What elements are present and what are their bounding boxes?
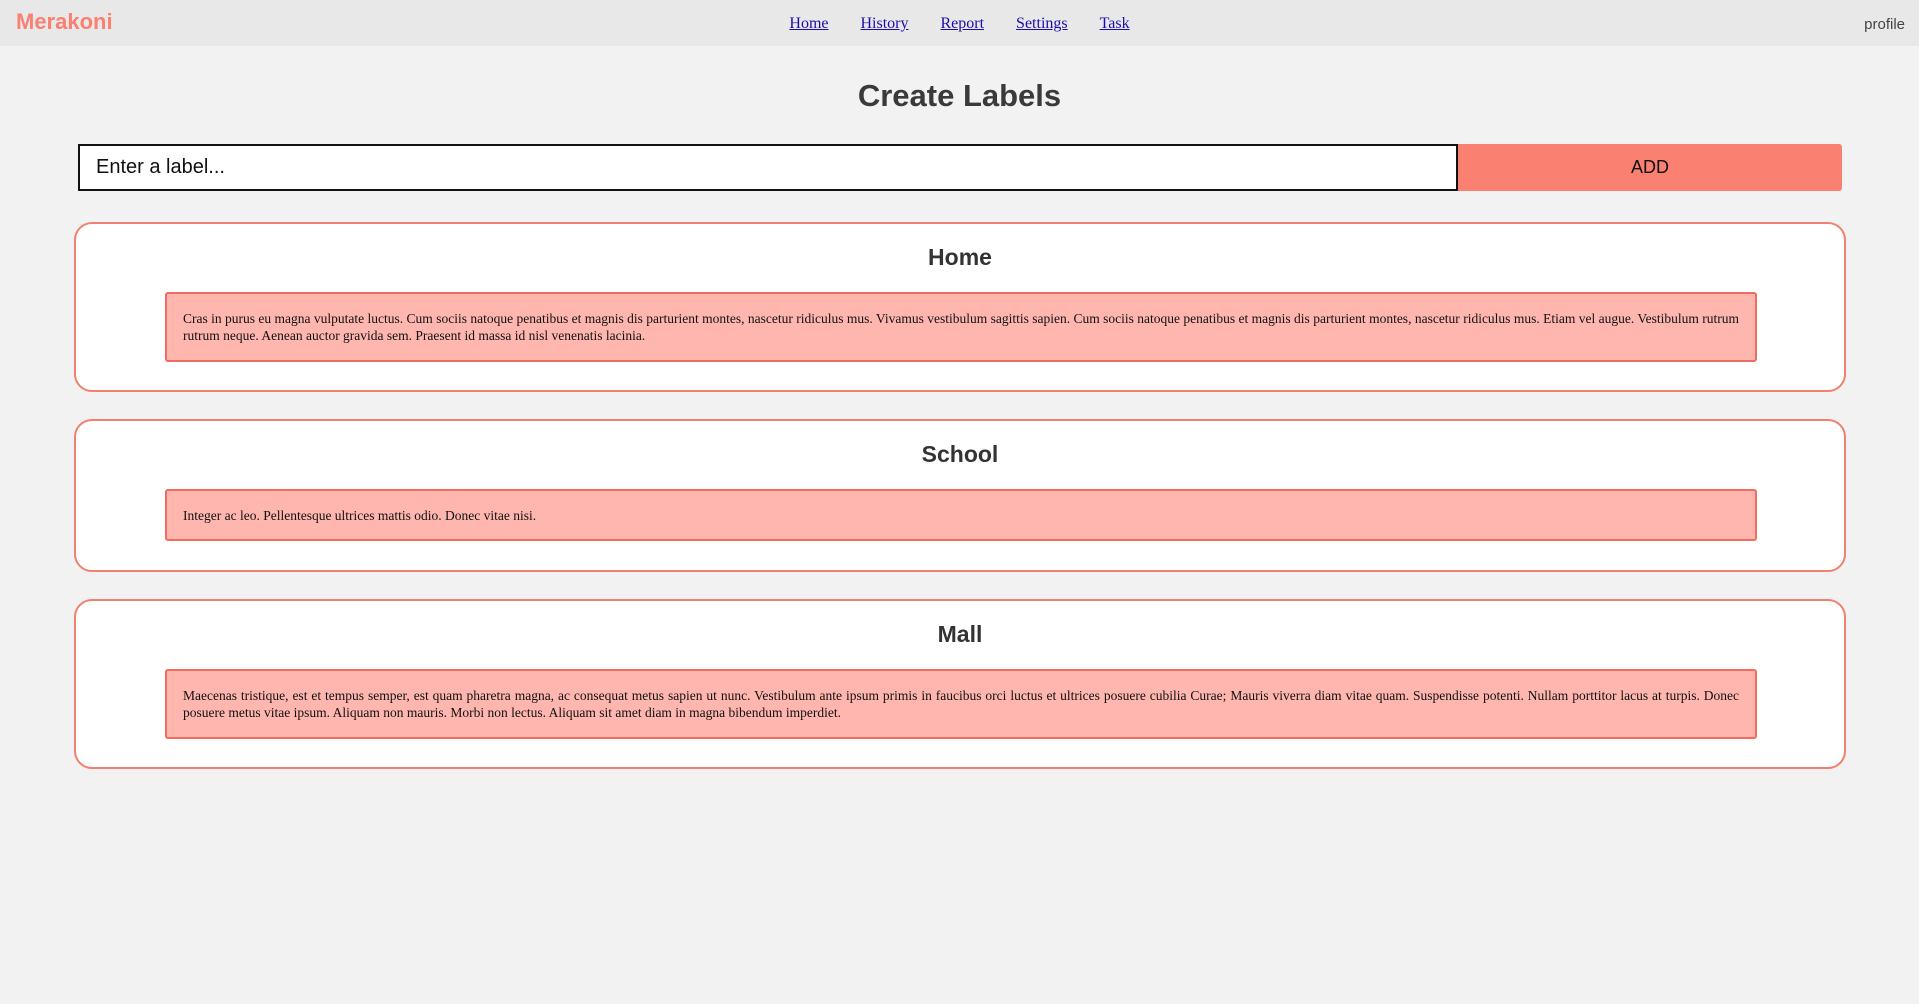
label-card-title: Home [928, 244, 992, 270]
top-navbar: Merakoni Home History Report Settings Ta… [0, 0, 1919, 46]
label-card-home: Home Cras in purus eu magna vulputate lu… [74, 222, 1846, 392]
nav-link-home[interactable]: Home [789, 15, 828, 33]
nav-link-task[interactable]: Task [1100, 15, 1130, 33]
label-input[interactable] [78, 144, 1458, 191]
label-card-description: Cras in purus eu magna vulputate luctus.… [165, 292, 1757, 362]
main-nav: Home History Report Settings Task [0, 15, 1919, 33]
label-card-description: Integer ac leo. Pellentesque ultrices ma… [165, 489, 1757, 541]
label-card-title: School [921, 441, 999, 467]
nav-link-settings[interactable]: Settings [1016, 15, 1068, 33]
profile-link[interactable]: profile [1864, 16, 1905, 33]
label-card-description: Maecenas tristique, est et tempus semper… [165, 669, 1757, 739]
label-card-title: Mall [937, 621, 983, 647]
label-card-school: School Integer ac leo. Pellentesque ultr… [74, 419, 1846, 572]
add-button[interactable]: ADD [1458, 144, 1842, 191]
label-card-mall: Mall Maecenas tristique, est et tempus s… [74, 599, 1846, 769]
page-title: Create Labels [857, 78, 1062, 113]
nav-link-report[interactable]: Report [941, 15, 985, 33]
nav-link-history[interactable]: History [861, 15, 909, 33]
